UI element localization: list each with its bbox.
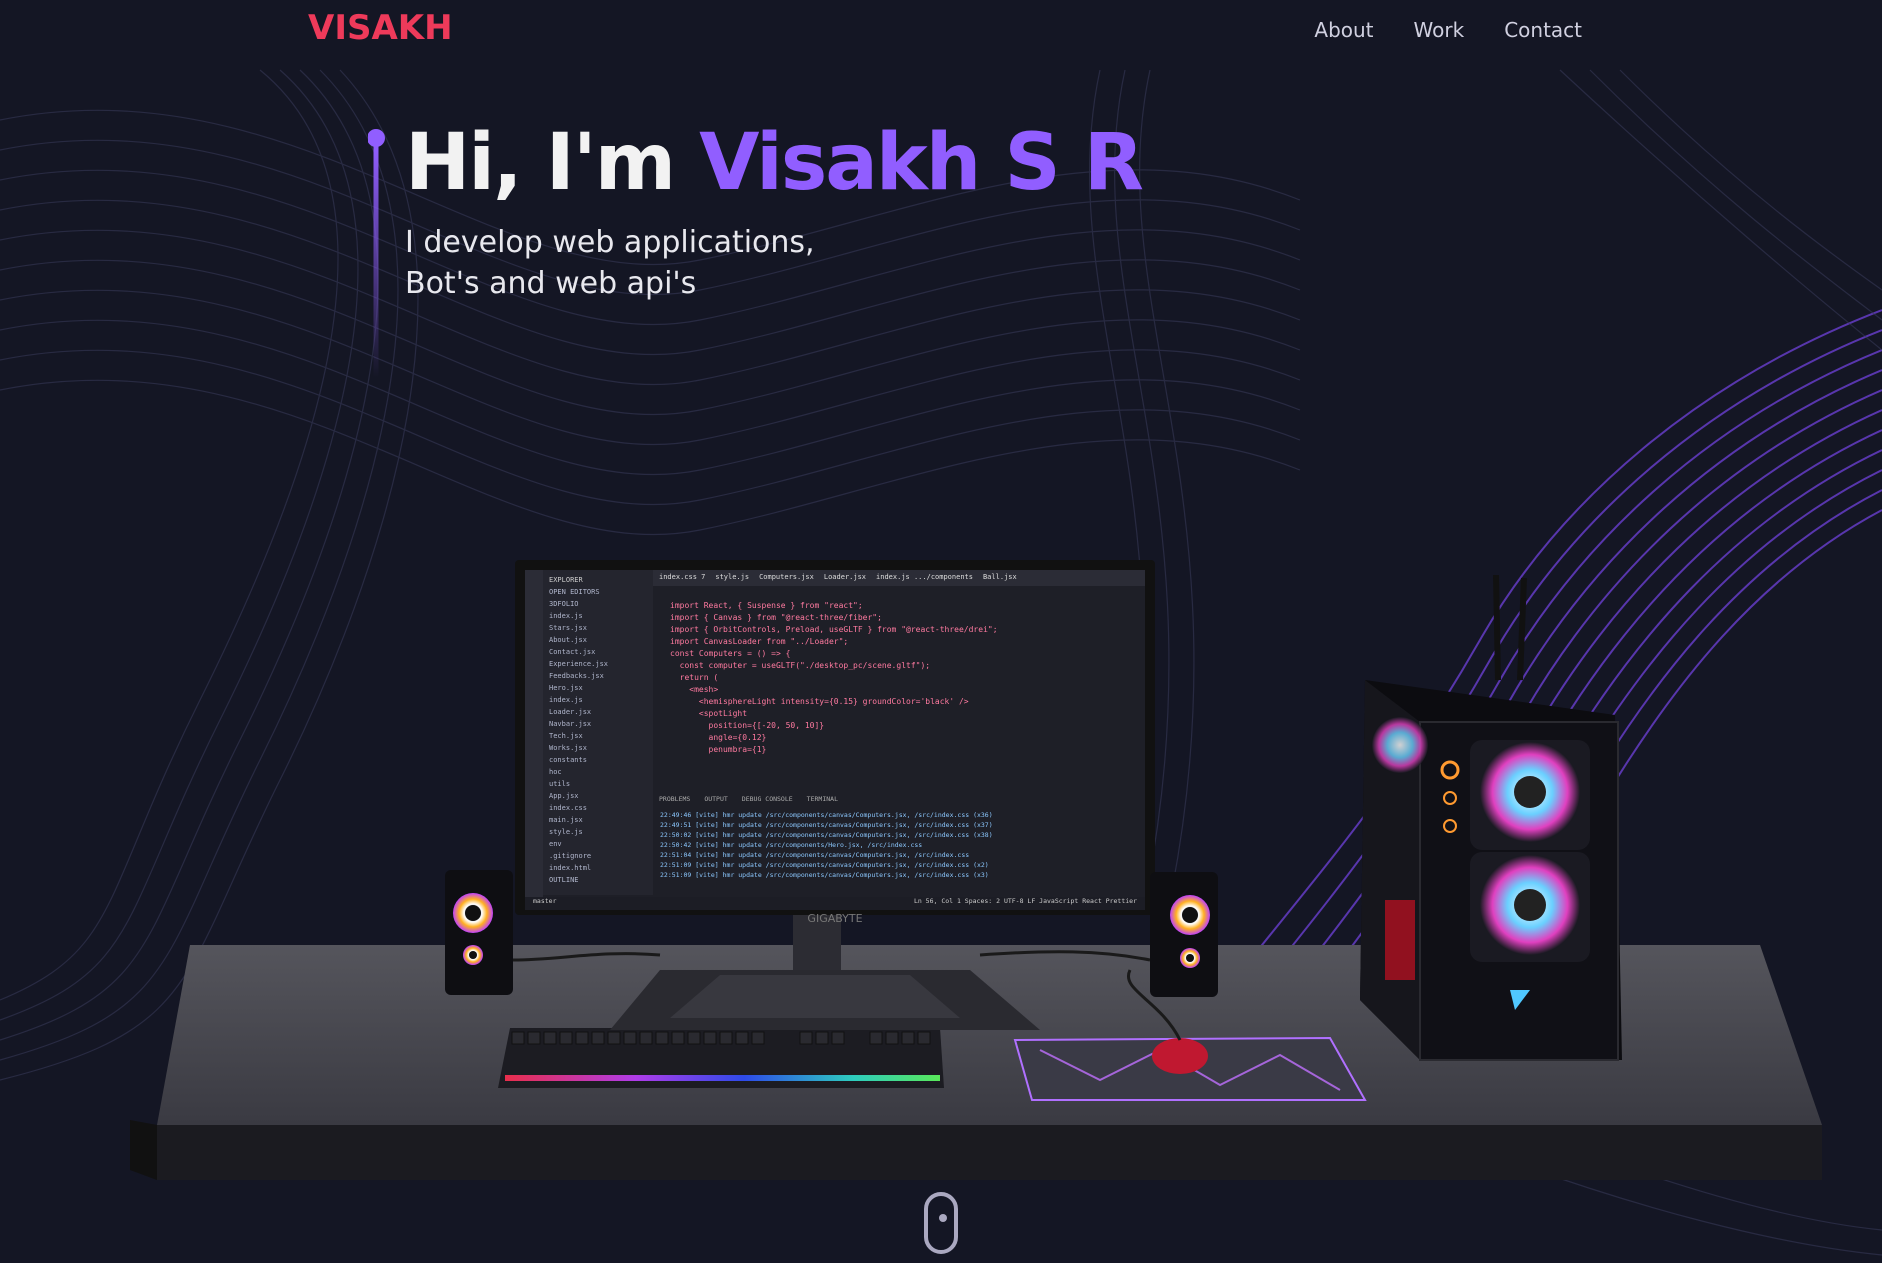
editor-tab: style.js (715, 573, 750, 581)
terminal-line: 22:50:42 [vite] hmr update /src/componen… (660, 841, 923, 849)
editor-activity-bar (525, 570, 543, 910)
sidebar-file-item: style.js (549, 828, 583, 836)
sidebar-file-item: index.js (549, 696, 583, 704)
navbar: VISAKH About Work Contact (0, 0, 1882, 62)
pc-tower (1360, 574, 1622, 1061)
editor-panel-tabs: PROBLEMS OUTPUT DEBUG CONSOLE TERMINAL (653, 795, 1145, 803)
sidebar-file-item: Feedbacks.jsx (549, 672, 604, 680)
sidebar-file-item: index.html (549, 864, 592, 872)
sidebar-file-item: index.css (549, 804, 587, 812)
sidebar-file-item: OPEN EDITORS (549, 588, 600, 596)
sidebar-file-item: hoc (549, 768, 562, 776)
sidebar-file-item: index.js (549, 612, 583, 620)
code-line: penumbra={1} (670, 745, 767, 754)
editor-tab: Loader.jsx (823, 573, 867, 581)
panel-tab: DEBUG CONSOLE (741, 795, 793, 803)
code-line: position={[-20, 50, 10]} (670, 721, 825, 730)
code-line: const Computers = () => { (670, 649, 791, 658)
code-line: return ( (670, 673, 719, 682)
sidebar-file-item: main.jsx (549, 816, 583, 824)
terminal-line: 22:49:51 [vite] hmr update /src/componen… (660, 821, 993, 829)
sidebar-file-item: Stars.jsx (549, 624, 587, 632)
sidebar-file-list: OPEN EDITORS 3DFOLIO index.js Stars.jsx Abou… (549, 586, 647, 886)
nav-link-work[interactable]: Work (1414, 18, 1465, 42)
sidebar-file-item: App.jsx (549, 792, 579, 800)
editor-status-bar: master Ln 56, Col 1 Spaces: 2 UTF-8 LF J… (525, 897, 1145, 910)
sidebar-header: EXPLORER (549, 576, 583, 584)
code-line: import CanvasLoader from "../Loader"; (670, 637, 849, 646)
monitor-brand: GIGABYTE (807, 912, 862, 925)
nav-links: About Work Contact (1314, 18, 1582, 42)
scroll-down-indicator[interactable] (924, 1192, 958, 1254)
sidebar-file-item: utils (549, 780, 571, 788)
status-info: Ln 56, Col 1 Spaces: 2 UTF-8 LF JavaScri… (913, 897, 1137, 905)
sidebar-file-item: Tech.jsx (549, 732, 583, 740)
code-line: <spotLight (670, 709, 748, 718)
status-branch: master (533, 897, 557, 905)
sidebar-file-item: Hero.jsx (549, 684, 583, 692)
site-logo[interactable]: VISAKH (308, 8, 453, 48)
code-line: import { OrbitControls, Preload, useGLTF… (670, 625, 998, 634)
editor-tab: Computers.jsx (759, 573, 814, 581)
editor-code: import React, { Suspense } from "react";… (670, 600, 1140, 780)
editor-tab: index.css 7 (659, 573, 706, 581)
scroll-dot (939, 1214, 947, 1222)
terminal-line: 22:49:46 [vite] hmr update /src/componen… (660, 811, 993, 819)
code-line: <hemisphereLight intensity={0.15} ground… (670, 697, 969, 706)
code-line: angle={0.12} (670, 733, 767, 742)
editor-tabs: index.css 7 style.js Computers.jsx Loader.j… (653, 570, 1145, 586)
editor-sidebar: EXPLORER OPEN EDITORS 3DFOLIO index.js Star… (543, 570, 653, 895)
editor-tab: Ball.jsx (982, 573, 1017, 581)
sidebar-file-item: Experience.jsx (549, 660, 609, 668)
terminal-line: 22:51:04 [vite] hmr update /src/componen… (660, 851, 970, 859)
sidebar-file-item: 3DFOLIO (549, 600, 579, 608)
panel-tab: TERMINAL (806, 795, 838, 803)
sidebar-file-item: Loader.jsx (549, 708, 592, 716)
code-line: const computer = useGLTF("./desktop_pc/s… (670, 661, 931, 670)
code-line: import React, { Suspense } from "react"; (670, 601, 863, 610)
panel-tab: PROBLEMS (659, 795, 691, 803)
sidebar-file-item: .gitignore (549, 852, 592, 860)
terminal-line: 22:51:09 [vite] hmr update /src/componen… (660, 871, 989, 879)
sidebar-file-item: Contact.jsx (549, 648, 596, 656)
sidebar-file-item: About.jsx (549, 636, 587, 644)
panel-tab: OUTPUT (704, 795, 728, 803)
code-line: import { Canvas } from "@react-three/fib… (670, 613, 882, 622)
terminal-line: 22:50:02 [vite] hmr update /src/componen… (660, 831, 993, 839)
nav-link-about[interactable]: About (1314, 18, 1373, 42)
sidebar-file-item: Navbar.jsx (549, 720, 592, 728)
code-line: <mesh> (670, 685, 719, 694)
sidebar-file-item: Works.jsx (549, 744, 587, 752)
keyboard (498, 1028, 944, 1088)
monitor-screen-editor: EXPLORER OPEN EDITORS 3DFOLIO index.js Star… (525, 570, 1145, 910)
sidebar-file-item: env (549, 840, 562, 848)
speaker-right (1150, 872, 1218, 997)
sidebar-file-item: constants (549, 756, 587, 764)
speaker-left (445, 870, 513, 995)
terminal-line: 22:51:09 [vite] hmr update /src/componen… (660, 861, 989, 869)
nav-link-contact[interactable]: Contact (1504, 18, 1582, 42)
sidebar-file-item: OUTLINE (549, 876, 579, 884)
mouse (1152, 1038, 1208, 1074)
editor-terminal: 22:49:46 [vite] hmr update /src/componen… (660, 810, 1140, 880)
editor-tab: index.js .../components (876, 573, 973, 581)
